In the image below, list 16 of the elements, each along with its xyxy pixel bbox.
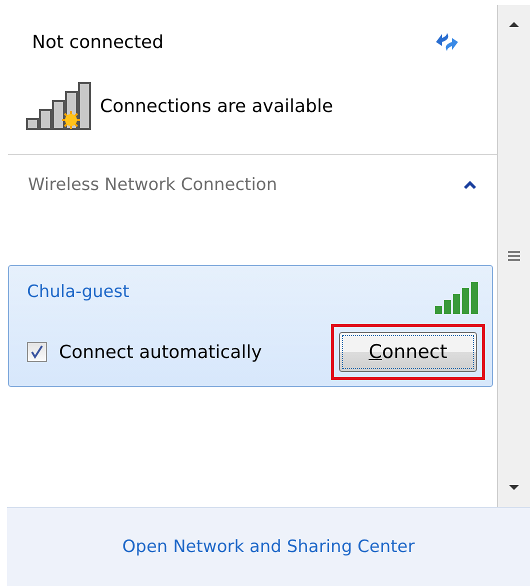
checkbox-label: Connect automatically bbox=[59, 342, 262, 362]
status-title: Not connected bbox=[32, 32, 164, 52]
collapse-caret-icon[interactable] bbox=[463, 180, 477, 190]
section-title: Wireless Network Connection bbox=[28, 175, 278, 195]
signal-bars-icon bbox=[26, 81, 92, 131]
status-message: Connections are available bbox=[100, 96, 334, 116]
signal-bars-icon bbox=[434, 282, 480, 314]
scrollbar[interactable] bbox=[497, 5, 530, 507]
checkbox[interactable] bbox=[27, 342, 47, 362]
network-item[interactable]: Chula-guest Connect automatically Connect bbox=[8, 265, 493, 387]
scroll-up-icon[interactable] bbox=[507, 19, 521, 29]
scroll-grip-icon[interactable] bbox=[507, 250, 521, 262]
network-sharing-link[interactable]: Open Network and Sharing Center bbox=[122, 537, 415, 557]
scroll-down-icon[interactable] bbox=[507, 483, 521, 493]
connect-button[interactable]: Connect bbox=[339, 332, 477, 372]
network-name: Chula-guest bbox=[27, 282, 130, 302]
